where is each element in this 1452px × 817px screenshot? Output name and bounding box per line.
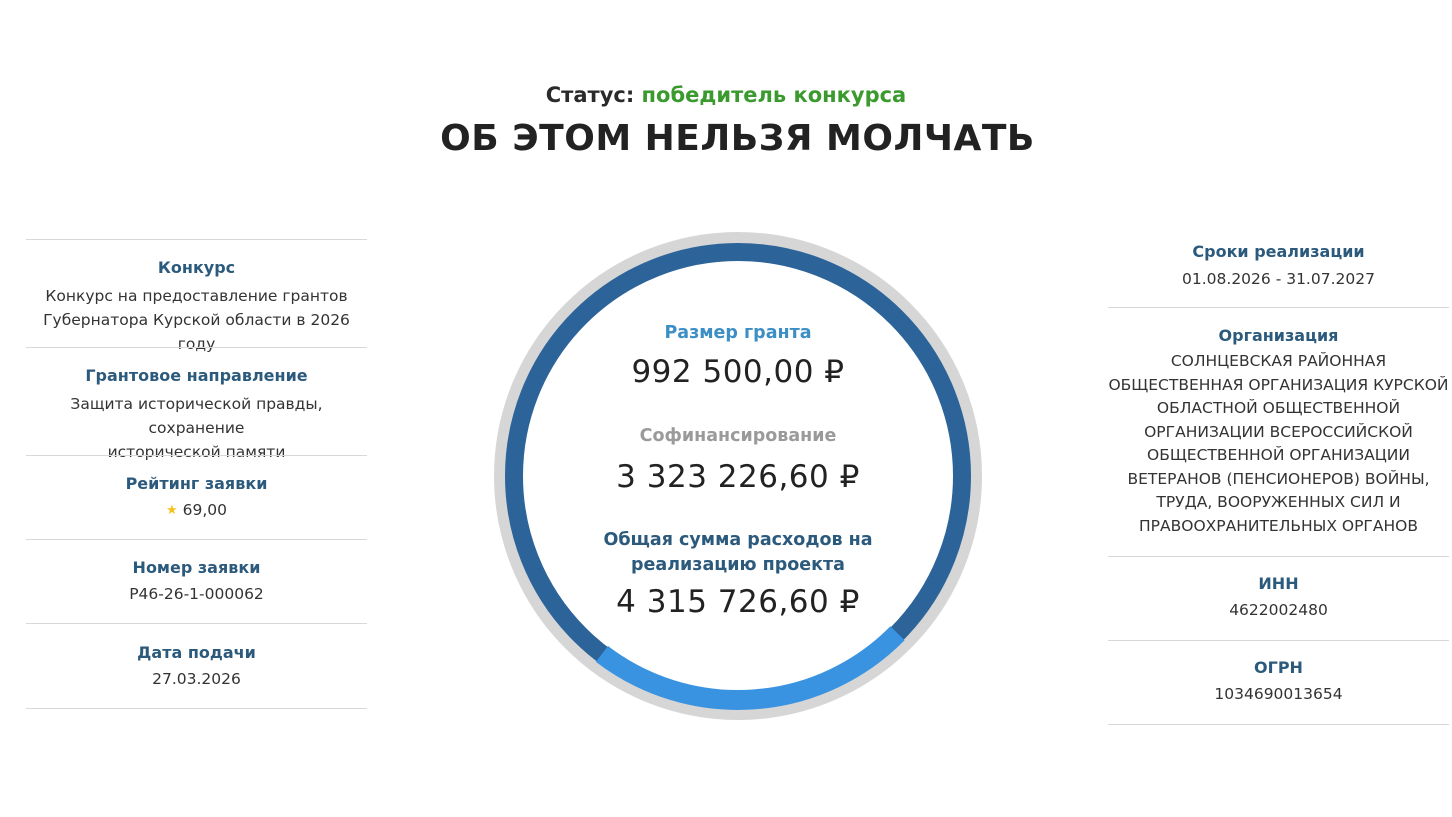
direction-block: Грантовое направление Защита историческо… xyxy=(26,365,367,464)
total-expenses-label-line: реализацию проекта xyxy=(631,555,845,575)
inn-label: ИНН xyxy=(1258,574,1299,593)
rating-value-row: ★ 69,00 xyxy=(26,498,367,523)
grant-size-value: 992 500,00 ₽ xyxy=(631,354,845,390)
application-number-label: Номер заявки xyxy=(132,558,261,577)
contest-value: Конкурс на предоставление грантов Губерн… xyxy=(26,284,367,356)
organization-line: СОЛНЦЕВСКАЯ РАЙОННАЯ xyxy=(1170,352,1387,370)
organization-label: Организация xyxy=(1218,326,1339,345)
rating-block: Рейтинг заявки ★ 69,00 xyxy=(26,473,367,523)
direction-value: Защита исторической правды, сохранение и… xyxy=(26,392,367,464)
total-expenses-value: 4 315 726,60 ₽ xyxy=(616,584,860,620)
organization-line: ПРАВООХРАНИТЕЛЬНЫХ ОРГАНОВ xyxy=(1139,516,1418,535)
divider xyxy=(1108,556,1449,557)
rating-value: 69,00 xyxy=(182,501,228,519)
total-expenses-block: Общая сумма расходов на реализацию проек… xyxy=(490,528,986,620)
grant-size-label: Размер гранта xyxy=(664,323,812,343)
organization-line: ОБЩЕСТВЕННАЯ ОРГАНИЗАЦИЯ КУРСКОЙ xyxy=(1108,375,1449,394)
contest-block: Конкурс Конкурс на предоставление гранто… xyxy=(26,257,367,356)
status-line: Статус: победитель конкурса xyxy=(0,83,1452,107)
cofinancing-label: Софинансирование xyxy=(639,426,837,446)
divider xyxy=(26,239,367,240)
inn-value: 4622002480 xyxy=(1229,601,1328,619)
total-expenses-label-line: Общая сумма расходов на xyxy=(603,530,873,550)
inn-block: ИНН 4622002480 xyxy=(1108,573,1449,622)
application-number-value: Р46-26-1-000062 xyxy=(129,585,264,603)
application-number-block: Номер заявки Р46-26-1-000062 xyxy=(26,557,367,606)
organization-value: СОЛНЦЕВСКАЯ РАЙОННАЯ ОБЩЕСТВЕННАЯ ОРГАНИ… xyxy=(1108,350,1449,538)
cofinancing-block: Софинансирование 3 323 226,60 ₽ xyxy=(490,424,986,495)
organization-line: ОРГАНИЗАЦИИ ВСЕРОССИЙСКОЙ xyxy=(1144,422,1413,441)
divider xyxy=(1108,640,1449,641)
star-icon: ★ xyxy=(165,503,178,518)
divider xyxy=(26,347,367,348)
contest-label: Конкурс xyxy=(157,258,236,277)
organization-line: ТРУДА, ВООРУЖЕННЫХ СИЛ И xyxy=(1156,493,1401,511)
contest-value-line: Губернатора Курской области в 2026 году xyxy=(43,311,350,353)
submission-date-block: Дата подачи 27.03.2026 xyxy=(26,642,367,691)
period-value: 01.08.2026 - 31.07.2027 xyxy=(1182,270,1375,288)
rating-label: Рейтинг заявки xyxy=(125,474,268,493)
direction-value-line: исторической памяти xyxy=(107,443,286,461)
divider xyxy=(26,623,367,624)
ogrn-block: ОГРН 1034690013654 xyxy=(1108,657,1449,706)
period-label: Сроки реализации xyxy=(1192,242,1365,261)
divider xyxy=(26,455,367,456)
grant-size-block: Размер гранта 992 500,00 ₽ xyxy=(490,321,986,390)
organization-line: ОБЩЕСТВЕННОЙ ОРГАНИЗАЦИИ xyxy=(1147,446,1410,464)
ogrn-label: ОГРН xyxy=(1254,658,1303,677)
cofinancing-value: 3 323 226,60 ₽ xyxy=(616,459,860,495)
direction-value-line: Защита исторической правды, сохранение xyxy=(70,395,323,437)
contest-value-line: Конкурс на предоставление грантов xyxy=(45,287,348,305)
direction-label: Грантовое направление xyxy=(85,366,308,385)
status-prefix: Статус: xyxy=(545,83,635,107)
divider xyxy=(26,708,367,709)
submission-date-label: Дата подачи xyxy=(137,643,256,662)
divider xyxy=(1108,724,1449,725)
divider xyxy=(26,539,367,540)
organization-line: ОБЛАСТНОЙ ОБЩЕСТВЕННОЙ xyxy=(1156,399,1401,417)
period-block: Сроки реализации 01.08.2026 - 31.07.2027 xyxy=(1108,241,1449,291)
status-value: победитель конкурса xyxy=(641,83,907,107)
submission-date-value: 27.03.2026 xyxy=(152,670,241,688)
divider xyxy=(1108,307,1449,308)
organization-block: Организация СОЛНЦЕВСКАЯ РАЙОННАЯ ОБЩЕСТВ… xyxy=(1108,325,1449,538)
total-expenses-label: Общая сумма расходов на реализацию проек… xyxy=(490,528,986,578)
organization-line: ВЕТЕРАНОВ (ПЕНСИОНЕРОВ) ВОЙНЫ, xyxy=(1127,469,1430,488)
ogrn-value: 1034690013654 xyxy=(1214,685,1343,703)
page-title: ОБ ЭТОМ НЕЛЬЗЯ МОЛЧАТЬ xyxy=(440,118,1035,159)
